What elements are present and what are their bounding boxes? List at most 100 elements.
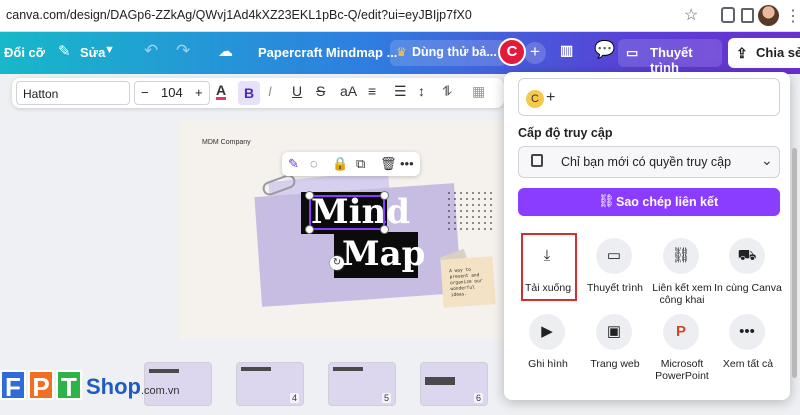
italic-icon[interactable]: I xyxy=(268,83,272,99)
comment-add-icon[interactable]: ◌ xyxy=(310,156,318,171)
note-text: A way to present and organize our wonder… xyxy=(449,267,483,299)
option-label: Trang web xyxy=(590,358,640,370)
thumb-title-bar xyxy=(241,367,271,371)
option-label: In cùng Canva xyxy=(714,282,782,294)
share-button[interactable]: ⇪ Chia sẻ xyxy=(728,38,800,68)
font-family-value: Hatton xyxy=(23,87,59,101)
cloud-saved-icon[interactable]: ☁ xyxy=(218,42,233,60)
access-level-dropdown[interactable]: Chỉ bạn mới có quyền truy cập ⌄ xyxy=(518,146,780,178)
access-level-value: Chỉ bạn mới có quyền truy cập xyxy=(561,155,732,169)
text-case-button[interactable]: aA xyxy=(340,83,357,99)
access-level-heading: Cấp độ truy cập xyxy=(518,126,613,140)
transparency-icon[interactable]: ▦ xyxy=(472,83,485,100)
present-icon: ▭ xyxy=(626,45,639,60)
page-thumbnail[interactable]: 4 xyxy=(236,362,304,406)
bookmark-star-icon[interactable]: ☆ xyxy=(684,5,698,25)
list-icon[interactable]: ☰ xyxy=(394,83,407,100)
more-options-icon[interactable]: ••• xyxy=(400,156,414,171)
link-icon: ⛓ xyxy=(598,193,615,208)
crown-icon: ♛ xyxy=(396,45,407,59)
dot-pattern xyxy=(446,190,492,230)
text-color-icon[interactable]: A xyxy=(216,83,227,100)
strikethrough-icon[interactable]: S xyxy=(316,83,325,99)
fpt-letter: F xyxy=(0,370,26,402)
sticky-note[interactable]: A way to present and organize our wonder… xyxy=(440,256,496,308)
company-name-text[interactable]: MDM Company xyxy=(202,139,251,146)
panel-scrollbar[interactable] xyxy=(792,148,797,378)
text-effects-icon[interactable]: ⥮ xyxy=(442,83,452,100)
fpt-letter: P xyxy=(28,370,54,402)
font-size-value[interactable]: 104 xyxy=(161,85,183,100)
extensions-icon[interactable] xyxy=(721,7,735,23)
chevron-down-icon: ⌄ xyxy=(761,152,773,168)
thumb-title-bar xyxy=(425,377,455,385)
trial-button[interactable]: ♛ Dùng thử bả... xyxy=(390,40,506,66)
minus-icon[interactable]: − xyxy=(141,85,149,100)
url-text[interactable]: canva.com/design/DAGp6-ZZkAg/QWvj1Ad4kXZ… xyxy=(6,8,472,22)
collaborator-avatar[interactable]: C xyxy=(526,90,544,108)
page-number: 5 xyxy=(381,393,391,403)
copy-link-label: Sao chép liên kết xyxy=(616,195,719,209)
align-icon[interactable]: ≡ xyxy=(368,83,376,99)
more-icon: ••• xyxy=(729,314,765,350)
camera-icon: ▶ xyxy=(529,314,565,350)
page-number: 4 xyxy=(289,393,299,403)
present-button[interactable]: ▭ Thuyết trình xyxy=(618,39,722,75)
powerpoint-icon: P xyxy=(663,314,699,350)
side-panel-icon[interactable] xyxy=(741,8,754,23)
font-family-select[interactable]: Hatton xyxy=(16,81,130,105)
element-floating-toolbar: ✎ ◌ 🔒 ⧉ 🗑 ••• xyxy=(282,152,420,176)
option-label: Microsoft PowerPoint xyxy=(655,358,709,382)
text-formatting-toolbar: Hatton − 104 + A B I U S aA ≡ ☰ ↕ ⥮ ▦ xyxy=(12,78,504,108)
page-thumbnail[interactable]: 5 xyxy=(328,362,396,406)
lock-icon xyxy=(531,154,543,167)
option-label: Xem tất cả xyxy=(722,358,774,370)
font-size-stepper[interactable]: − 104 + xyxy=(134,81,210,105)
resize-button[interactable]: Đổi cỡ xyxy=(4,45,45,60)
copy-link-button[interactable]: ⛓ Sao chép liên kết xyxy=(518,188,780,216)
user-avatar[interactable]: C xyxy=(498,38,526,66)
rotate-handle-icon[interactable]: ↻ xyxy=(330,256,344,270)
underline-icon[interactable]: U xyxy=(292,83,302,99)
download-highlight xyxy=(521,233,577,301)
insights-chart-icon[interactable]: ▥ xyxy=(560,42,573,59)
thumb-title-bar xyxy=(333,367,363,371)
add-person-icon[interactable]: + xyxy=(546,89,555,107)
undo-icon[interactable]: ↶ xyxy=(144,41,158,61)
delete-icon[interactable]: 🗑 xyxy=(380,156,397,172)
profile-avatar[interactable] xyxy=(758,5,779,26)
spacing-icon[interactable]: ↕ xyxy=(418,83,425,99)
thumb-title-bar xyxy=(149,369,179,373)
magic-edit-icon[interactable]: ✎ xyxy=(288,156,299,172)
resize-handle[interactable] xyxy=(305,225,314,234)
people-input[interactable] xyxy=(518,78,780,116)
pencil-icon: ✎ xyxy=(58,43,71,60)
selection-box[interactable] xyxy=(309,195,385,230)
edit-menu-button[interactable]: Sửa xyxy=(80,45,105,60)
plus-icon[interactable]: + xyxy=(195,85,203,100)
comment-icon[interactable]: 💬 xyxy=(594,40,615,60)
resize-handle[interactable] xyxy=(380,225,389,234)
duplicate-icon[interactable]: ⧉ xyxy=(356,156,365,172)
resize-handle[interactable] xyxy=(380,191,389,200)
option-label: Ghi hình xyxy=(528,358,568,370)
design-title[interactable]: Papercraft Mindmap ... xyxy=(258,45,397,60)
map-word: Map xyxy=(342,234,426,274)
resize-handle[interactable] xyxy=(305,191,314,200)
add-collaborator-button[interactable]: + xyxy=(524,42,546,64)
present-label: Thuyết trình xyxy=(650,45,693,75)
browser-menu-icon[interactable]: ⋮ xyxy=(785,6,800,26)
option-label: Thuyết trình xyxy=(586,282,644,294)
page-thumbnail[interactable]: 6 xyxy=(420,362,488,406)
lock-icon[interactable]: 🔒 xyxy=(332,156,348,172)
link-icon: ⛓ xyxy=(663,238,699,274)
fpt-letter: T xyxy=(56,370,82,402)
chevron-down-icon: ▼ xyxy=(104,44,115,56)
truck-icon: ⛟ xyxy=(729,238,765,274)
map-text-block[interactable]: Map xyxy=(334,232,425,278)
shop-wordmark: Shop.com.vn xyxy=(86,374,180,399)
bold-button[interactable]: B xyxy=(238,81,260,105)
page-number: 6 xyxy=(473,393,483,403)
redo-icon[interactable]: ↷ xyxy=(176,41,190,61)
present-icon: ▭ xyxy=(596,238,632,274)
